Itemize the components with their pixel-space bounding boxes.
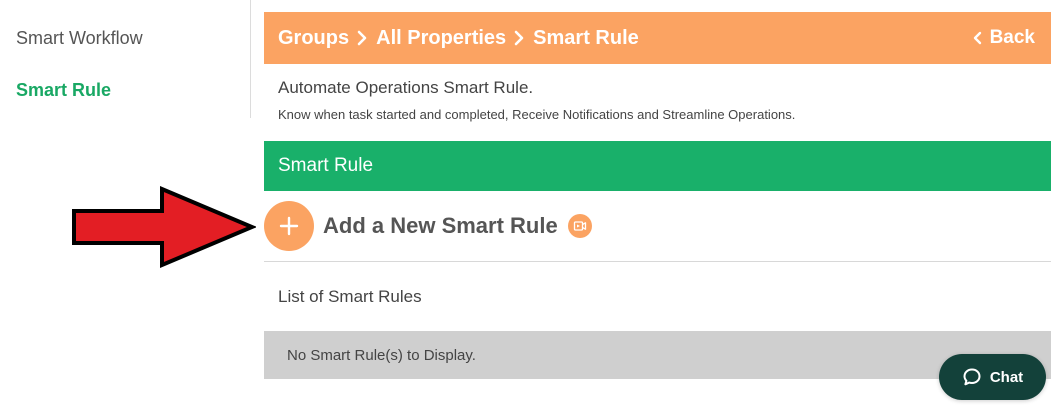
sidebar-item-smart-rule[interactable]: Smart Rule — [16, 80, 111, 101]
breadcrumb-smart-rule: Smart Rule — [533, 26, 639, 49]
list-title: List of Smart Rules — [278, 287, 422, 306]
chevron-right-icon — [514, 30, 525, 46]
intro: Automate Operations Smart Rule. Know whe… — [264, 64, 1051, 141]
breadcrumb: Groups All Properties Smart Rule — [278, 27, 639, 50]
chat-label: Chat — [989, 368, 1024, 386]
section-title: Smart Rule — [278, 155, 374, 176]
red-arrow — [72, 186, 256, 268]
main-content: Groups All Properties Smart Rule Back Au… — [264, 12, 1051, 379]
section-header: Smart Rule — [264, 141, 1051, 191]
empty-state: No Smart Rule(s) to Display. — [264, 331, 1051, 379]
video-icon[interactable] — [567, 214, 592, 238]
chevron-right-icon — [357, 30, 368, 46]
chat-button[interactable]: Chat — [939, 354, 1046, 400]
breadcrumb-groups[interactable]: Groups — [278, 27, 349, 50]
header-bar: Groups All Properties Smart Rule Back — [264, 12, 1051, 64]
intro-title: Automate Operations Smart Rule. — [278, 78, 534, 97]
add-smart-rule-label[interactable]: Add a New Smart Rule — [323, 213, 558, 239]
sidebar: Smart Workflow Smart Rule — [0, 0, 251, 118]
back-button-label: Back — [989, 27, 1035, 48]
plus-icon — [279, 216, 299, 236]
chevron-left-icon — [973, 31, 982, 45]
add-smart-rule-row: Add a New Smart Rule — [264, 191, 1051, 262]
empty-state-message: No Smart Rule(s) to Display. — [287, 346, 476, 364]
add-smart-rule-button[interactable] — [264, 201, 314, 251]
breadcrumb-all-properties[interactable]: All Properties — [376, 27, 506, 50]
intro-subtitle: Know when task started and completed, Re… — [278, 107, 796, 122]
chat-bubble-icon — [962, 367, 982, 387]
back-button[interactable]: Back — [973, 27, 1035, 49]
sidebar-item-smart-workflow[interactable]: Smart Workflow — [16, 28, 143, 49]
